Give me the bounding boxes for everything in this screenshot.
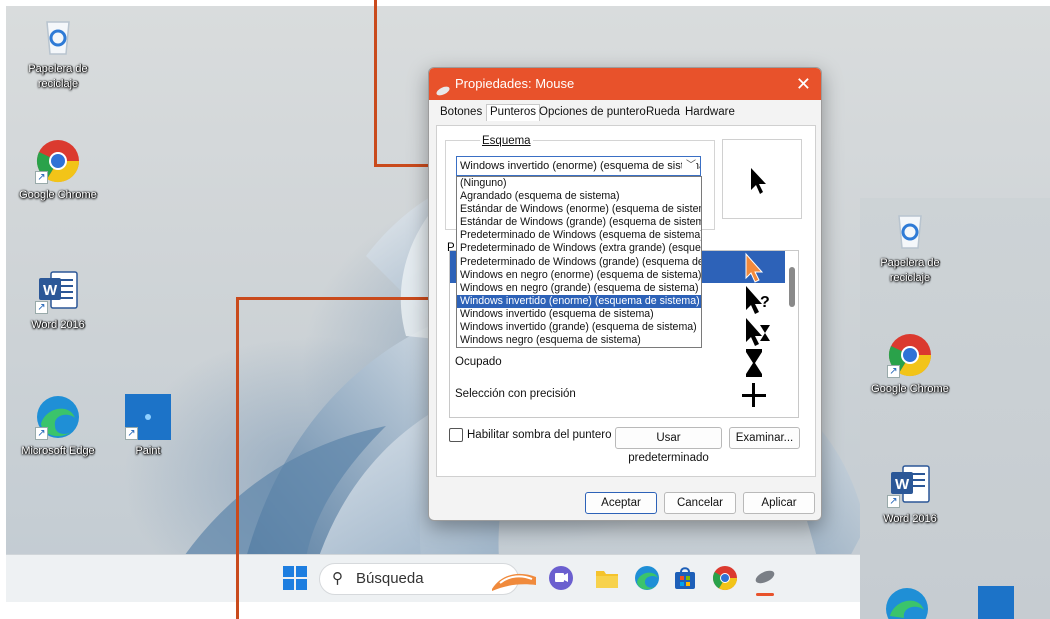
desktop-icon-paint[interactable]: ↗ Paint: [100, 394, 196, 459]
apply-button[interactable]: Aplicar: [743, 492, 815, 514]
desktop-icon-word[interactable]: W ↗ Word 2016: [10, 268, 106, 333]
edge-icon[interactable]: [884, 586, 930, 619]
scheme-option[interactable]: Windows invertido (grande) (esquema de s…: [457, 321, 701, 334]
search-placeholder: Búsqueda: [356, 570, 424, 587]
widgets-icon[interactable]: [490, 563, 538, 593]
orange-arrow-cursor-icon: [745, 252, 764, 283]
crosshair-cursor-icon: [742, 383, 766, 407]
paint-icon: ↗: [125, 394, 171, 440]
svg-text:?: ?: [760, 294, 770, 311]
shortcut-arrow-icon: ↗: [35, 171, 48, 184]
taskbar-search-box[interactable]: ⚲ Búsqueda: [319, 563, 519, 595]
edge-icon: ↗: [35, 394, 81, 440]
callout-line: [374, 0, 377, 167]
search-icon: ⚲: [332, 570, 343, 587]
edge-icon[interactable]: [632, 563, 662, 593]
desktop-icon-recycle-bin[interactable]: Papelera de reciclaje: [860, 206, 960, 286]
file-explorer-icon[interactable]: [592, 563, 622, 593]
scheme-option[interactable]: Agrandado (esquema de sistema): [457, 190, 701, 203]
mouse-settings-icon[interactable]: [748, 563, 782, 596]
desktop-icon-label: Paint: [135, 445, 161, 457]
shortcut-arrow-icon: ↗: [887, 365, 900, 378]
word-icon: W ↗: [35, 268, 81, 314]
arrow-cursor-icon: [751, 168, 766, 194]
taskbar: ⚲ Búsqueda: [6, 554, 860, 602]
scheme-dropdown-list[interactable]: (Ninguno) Agrandado (esquema de sistema)…: [456, 176, 702, 348]
desktop-icon-label: reciclaje: [37, 78, 79, 90]
chrome-icon: ↗: [35, 138, 81, 184]
browse-button[interactable]: Examinar...: [729, 427, 800, 449]
tab-punteros[interactable]: Punteros: [486, 104, 541, 121]
shortcut-arrow-icon: ↗: [887, 495, 900, 508]
secondary-desktop: Papelera de reciclaje ↗ Google Chrome W …: [860, 198, 1050, 619]
shortcut-arrow-icon: ↗: [35, 301, 48, 314]
cancel-button[interactable]: Cancelar: [664, 492, 736, 514]
scheme-option[interactable]: Windows negro (esquema de sistema): [457, 334, 701, 347]
recycle-bin-icon: [887, 206, 933, 252]
svg-text:W: W: [895, 476, 910, 493]
desktop-icon-label: Google Chrome: [871, 383, 949, 395]
desktop-icon-chrome[interactable]: ↗ Google Chrome: [10, 138, 106, 203]
close-button[interactable]: ✕: [796, 68, 811, 100]
scheme-option[interactable]: Estándar de Windows (grande) (esquema de…: [457, 216, 701, 229]
desktop-icon-chrome[interactable]: ↗ Google Chrome: [860, 332, 960, 397]
scheme-option[interactable]: Windows invertido (esquema de sistema): [457, 308, 701, 321]
paint-icon[interactable]: [978, 586, 1014, 619]
dialog-titlebar[interactable]: Propiedades: Mouse ✕: [429, 68, 821, 100]
tab-hardware[interactable]: Hardware: [685, 106, 735, 118]
cursor-row-busy[interactable]: Ocupado: [450, 347, 785, 379]
busy-hourglass-icon: [746, 349, 762, 377]
cursor-list-scrollbar[interactable]: [789, 267, 795, 307]
desktop-icon-label: reciclaje: [889, 272, 931, 284]
store-icon[interactable]: [670, 563, 700, 593]
desktop-icon-label: Google Chrome: [19, 189, 97, 201]
pointer-shadow-checkbox[interactable]: [449, 428, 463, 442]
word-icon: W ↗: [887, 462, 933, 508]
scheme-dropdown[interactable]: Windows invertido (enorme) (esquema de s…: [456, 156, 701, 176]
shortcut-arrow-icon: ↗: [125, 427, 138, 440]
callout-line: [236, 297, 458, 300]
scheme-option[interactable]: Windows en negro (grande) (esquema de si…: [457, 282, 701, 295]
scheme-option[interactable]: Windows en negro (enorme) (esquema de si…: [457, 269, 701, 282]
desktop-icon-recycle-bin[interactable]: Papelera de reciclaje: [10, 12, 106, 92]
scheme-option[interactable]: (Ninguno): [457, 177, 701, 190]
desktop-icon-label: Word 2016: [31, 319, 85, 331]
scheme-option[interactable]: Predeterminado de Windows (extra grande)…: [457, 242, 701, 255]
start-icon[interactable]: [280, 563, 310, 593]
tab-botones[interactable]: Botones: [440, 106, 482, 118]
scheme-option[interactable]: Predeterminado de Windows (esquema de si…: [457, 229, 701, 242]
chevron-down-icon: ﹀: [682, 157, 696, 175]
tab-rueda[interactable]: Rueda: [646, 106, 680, 118]
pointer-shadow-label: Habilitar sombra del puntero: [467, 429, 612, 441]
desktop-icon-label: Papelera de: [880, 257, 940, 269]
help-cursor-icon: ?: [746, 286, 770, 314]
desktop-icon-edge[interactable]: ↗ Microsoft Edge: [10, 394, 106, 459]
use-default-button[interactable]: Usar predeterminado: [615, 427, 722, 464]
callout-line: [236, 297, 239, 619]
desktop-icon-word[interactable]: W ↗ Word 2016: [860, 462, 960, 527]
desktop-icon-label: Microsoft Edge: [21, 445, 95, 457]
cursor-row-label: Selección con precisión: [455, 388, 576, 400]
tab-opciones-de-puntero[interactable]: Opciones de puntero: [539, 106, 646, 118]
scheme-selected-value: Windows invertido (enorme) (esquema de s…: [460, 160, 701, 172]
ok-button[interactable]: Aceptar: [585, 492, 657, 514]
working-cursor-icon: [746, 318, 770, 346]
mouse-icon: [435, 77, 451, 109]
scheme-label: Esquema: [480, 135, 533, 147]
chrome-icon[interactable]: [710, 563, 740, 593]
svg-text:W: W: [43, 282, 58, 299]
teams-icon[interactable]: [546, 563, 576, 593]
cursor-row-precision[interactable]: Selección con precisión: [450, 379, 785, 411]
desktop-icon-label: Word 2016: [883, 513, 937, 525]
shortcut-arrow-icon: ↗: [35, 427, 48, 440]
cursor-preview: [722, 139, 802, 219]
dialog-title: Propiedades: Mouse: [455, 76, 575, 91]
scheme-option-selected[interactable]: Windows invertido (enorme) (esquema de s…: [457, 294, 701, 308]
scheme-option[interactable]: Predeterminado de Windows (grande) (esqu…: [457, 256, 701, 269]
recycle-bin-icon: [35, 12, 81, 58]
cursor-row-label: Ocupado: [455, 356, 502, 368]
scheme-option[interactable]: Estándar de Windows (enorme) (esquema de…: [457, 203, 701, 216]
chrome-icon: ↗: [887, 332, 933, 378]
desktop-icon-label: Papelera de: [28, 63, 88, 75]
